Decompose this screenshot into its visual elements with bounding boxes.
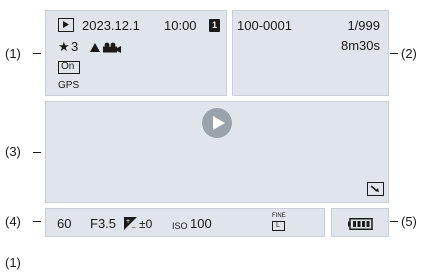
battery-panel [331, 208, 389, 237]
footer-callout: (1) [5, 255, 21, 270]
recording-duration: 8m30s [340, 38, 380, 53]
video-crop-icon [367, 182, 384, 196]
iso-value: 100 [190, 216, 212, 231]
callout-5: (5) [401, 214, 417, 229]
play-button[interactable] [202, 108, 232, 138]
aperture-value: F3.5 [90, 216, 117, 231]
time-text: 10:00 [164, 18, 197, 33]
info-panel-left: 2023.12.1 10:00 1 ★ 3 On GPS [45, 10, 227, 96]
iso-label: ISO [172, 221, 188, 231]
callout-1-leader [33, 53, 41, 54]
video-icon [90, 42, 121, 53]
exposure-comp-value: ±0 [139, 217, 153, 231]
exposure-comp-icon: + − [124, 217, 137, 230]
gps-label: GPS [58, 80, 80, 91]
callout-3-leader [33, 152, 41, 153]
card-slot-indicator: 1 [209, 19, 220, 32]
play-icon [213, 116, 225, 130]
star-icon: ★ [58, 39, 70, 54]
quality-fine-label: FINE [272, 213, 286, 219]
callout-1: (1) [5, 46, 21, 61]
info-panel-right: 100-0001 1/999 8m30s [232, 10, 389, 96]
callout-4: (4) [5, 214, 21, 229]
callout-5-leader [390, 221, 398, 222]
callout-2-leader [390, 53, 398, 54]
file-number: 100-0001 [237, 18, 292, 33]
rating-text: 3 [71, 39, 79, 54]
svg-text:−: − [131, 224, 136, 230]
image-count: 1/999 [347, 18, 380, 33]
callout-4-leader [33, 221, 41, 222]
quality-size-icon: L [272, 221, 285, 231]
exposure-info-bar: 60 F3.5 + − ±0 ISO 100 FINE L [45, 208, 325, 237]
protect-icon: On [58, 61, 80, 74]
svg-text:+: + [126, 218, 131, 225]
playback-mode-icon [58, 18, 74, 32]
callout-2: (2) [401, 46, 417, 61]
shutter-speed: 60 [57, 216, 72, 231]
battery-icon [348, 217, 373, 230]
date-text: 2023.12.1 [82, 18, 140, 33]
callout-3: (3) [5, 144, 21, 159]
